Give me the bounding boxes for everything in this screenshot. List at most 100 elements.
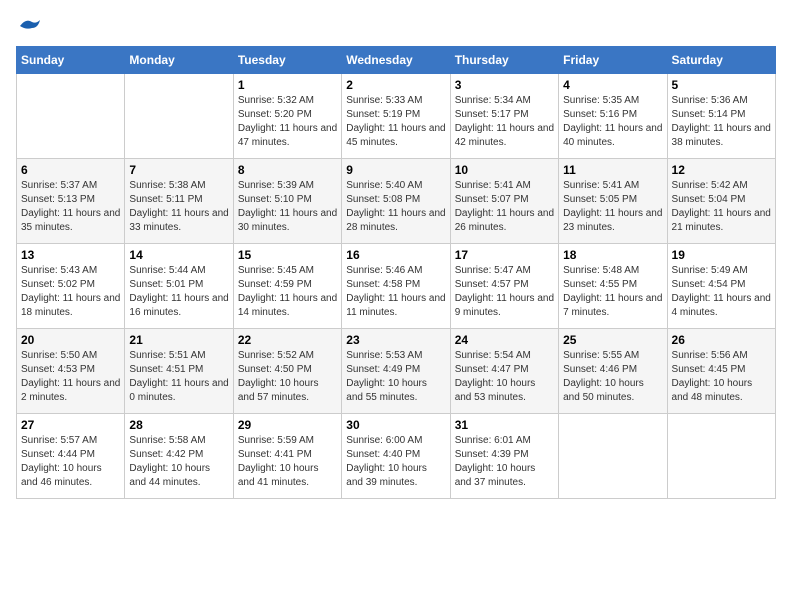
day-number: 7 bbox=[129, 163, 228, 177]
day-number: 15 bbox=[238, 248, 337, 262]
calendar-header-row: SundayMondayTuesdayWednesdayThursdayFrid… bbox=[17, 47, 776, 74]
day-number: 10 bbox=[455, 163, 554, 177]
day-info: Sunrise: 5:58 AMSunset: 4:42 PMDaylight:… bbox=[129, 434, 228, 490]
day-number: 27 bbox=[21, 418, 120, 432]
day-info: Sunrise: 5:52 AMSunset: 4:50 PMDaylight:… bbox=[238, 349, 337, 405]
calendar-cell: 22 Sunrise: 5:52 AMSunset: 4:50 PMDayligh… bbox=[233, 329, 341, 414]
calendar-cell: 17Sunrise: 5:47 AMSunset: 4:57 PMDayligh… bbox=[450, 244, 558, 329]
calendar-cell: 5 Sunrise: 5:36 AMSunset: 5:14 PMDaylight… bbox=[667, 74, 775, 159]
day-info: Sunrise: 5:41 AMSunset: 5:05 PMDaylight:… bbox=[563, 179, 662, 235]
day-info: Sunrise: 5:46 AMSunset: 4:58 PMDaylight:… bbox=[346, 264, 445, 320]
day-number: 18 bbox=[563, 248, 662, 262]
calendar-cell: 9 Sunrise: 5:40 AMSunset: 5:08 PMDaylight… bbox=[342, 159, 450, 244]
day-info: Sunrise: 5:54 AMSunset: 4:47 PMDaylight:… bbox=[455, 349, 554, 405]
day-info: Sunrise: 5:38 AMSunset: 5:11 PMDaylight:… bbox=[129, 179, 228, 235]
calendar-cell bbox=[125, 74, 233, 159]
day-info: Sunrise: 5:41 AMSunset: 5:07 PMDaylight:… bbox=[455, 179, 554, 235]
day-info: Sunrise: 5:36 AMSunset: 5:14 PMDaylight:… bbox=[672, 94, 771, 150]
calendar-cell: 11 Sunrise: 5:41 AMSunset: 5:05 PMDayligh… bbox=[559, 159, 667, 244]
day-of-week-header: Friday bbox=[559, 47, 667, 74]
day-number: 11 bbox=[563, 163, 662, 177]
day-info: Sunrise: 5:43 AMSunset: 5:02 PMDaylight:… bbox=[21, 264, 120, 320]
calendar-cell: 2 Sunrise: 5:33 AMSunset: 5:19 PMDaylight… bbox=[342, 74, 450, 159]
calendar-cell: 20Sunrise: 5:50 AMSunset: 4:53 PMDayligh… bbox=[17, 329, 125, 414]
calendar-cell bbox=[667, 414, 775, 499]
calendar-cell: 15 Sunrise: 5:45 AMSunset: 4:59 PMDayligh… bbox=[233, 244, 341, 329]
calendar-table: SundayMondayTuesdayWednesdayThursdayFrid… bbox=[16, 46, 776, 499]
day-info: Sunrise: 5:42 AMSunset: 5:04 PMDaylight:… bbox=[672, 179, 771, 235]
calendar-week-row: 13 Sunrise: 5:43 AMSunset: 5:02 PMDayligh… bbox=[17, 244, 776, 329]
calendar-cell: 3Sunrise: 5:34 AMSunset: 5:17 PMDaylight… bbox=[450, 74, 558, 159]
calendar-cell: 27 Sunrise: 5:57 AMSunset: 4:44 PMDayligh… bbox=[17, 414, 125, 499]
calendar-cell: 6Sunrise: 5:37 AMSunset: 5:13 PMDaylight… bbox=[17, 159, 125, 244]
day-info: Sunrise: 5:44 AMSunset: 5:01 PMDaylight:… bbox=[129, 264, 228, 320]
calendar-week-row: 27 Sunrise: 5:57 AMSunset: 4:44 PMDayligh… bbox=[17, 414, 776, 499]
calendar-week-row: 6Sunrise: 5:37 AMSunset: 5:13 PMDaylight… bbox=[17, 159, 776, 244]
day-number: 6 bbox=[21, 163, 120, 177]
day-number: 2 bbox=[346, 78, 445, 92]
calendar-cell bbox=[559, 414, 667, 499]
day-number: 28 bbox=[129, 418, 228, 432]
day-number: 26 bbox=[672, 333, 771, 347]
day-number: 14 bbox=[129, 248, 228, 262]
day-info: Sunrise: 5:40 AMSunset: 5:08 PMDaylight:… bbox=[346, 179, 445, 235]
calendar-cell: 21 Sunrise: 5:51 AMSunset: 4:51 PMDayligh… bbox=[125, 329, 233, 414]
calendar-cell: 28 Sunrise: 5:58 AMSunset: 4:42 PMDayligh… bbox=[125, 414, 233, 499]
calendar-cell: 29Sunrise: 5:59 AMSunset: 4:41 PMDayligh… bbox=[233, 414, 341, 499]
day-number: 4 bbox=[563, 78, 662, 92]
day-info: Sunrise: 5:57 AMSunset: 4:44 PMDaylight:… bbox=[21, 434, 120, 490]
calendar-cell: 8 Sunrise: 5:39 AMSunset: 5:10 PMDaylight… bbox=[233, 159, 341, 244]
calendar-cell: 10 Sunrise: 5:41 AMSunset: 5:07 PMDayligh… bbox=[450, 159, 558, 244]
day-of-week-header: Sunday bbox=[17, 47, 125, 74]
day-info: Sunrise: 5:47 AMSunset: 4:57 PMDaylight:… bbox=[455, 264, 554, 320]
day-number: 9 bbox=[346, 163, 445, 177]
day-of-week-header: Tuesday bbox=[233, 47, 341, 74]
day-info: Sunrise: 5:32 AMSunset: 5:20 PMDaylight:… bbox=[238, 94, 337, 150]
day-number: 29 bbox=[238, 418, 337, 432]
day-number: 25 bbox=[563, 333, 662, 347]
day-of-week-header: Thursday bbox=[450, 47, 558, 74]
calendar-cell: 13 Sunrise: 5:43 AMSunset: 5:02 PMDayligh… bbox=[17, 244, 125, 329]
day-number: 13 bbox=[21, 248, 120, 262]
calendar-cell: 1 Sunrise: 5:32 AMSunset: 5:20 PMDaylight… bbox=[233, 74, 341, 159]
calendar-cell: 16 Sunrise: 5:46 AMSunset: 4:58 PMDayligh… bbox=[342, 244, 450, 329]
day-info: Sunrise: 5:33 AMSunset: 5:19 PMDaylight:… bbox=[346, 94, 445, 150]
day-of-week-header: Wednesday bbox=[342, 47, 450, 74]
day-info: Sunrise: 5:53 AMSunset: 4:49 PMDaylight:… bbox=[346, 349, 445, 405]
calendar-cell: 14 Sunrise: 5:44 AMSunset: 5:01 PMDayligh… bbox=[125, 244, 233, 329]
day-number: 1 bbox=[238, 78, 337, 92]
day-number: 22 bbox=[238, 333, 337, 347]
day-of-week-header: Monday bbox=[125, 47, 233, 74]
calendar-cell: 31 Sunrise: 6:01 AMSunset: 4:39 PMDayligh… bbox=[450, 414, 558, 499]
day-number: 30 bbox=[346, 418, 445, 432]
calendar-cell: 12Sunrise: 5:42 AMSunset: 5:04 PMDayligh… bbox=[667, 159, 775, 244]
calendar-cell: 25 Sunrise: 5:55 AMSunset: 4:46 PMDayligh… bbox=[559, 329, 667, 414]
day-info: Sunrise: 6:01 AMSunset: 4:39 PMDaylight:… bbox=[455, 434, 554, 490]
day-info: Sunrise: 5:51 AMSunset: 4:51 PMDaylight:… bbox=[129, 349, 228, 405]
calendar-cell bbox=[17, 74, 125, 159]
day-number: 3 bbox=[455, 78, 554, 92]
calendar-cell: 4 Sunrise: 5:35 AMSunset: 5:16 PMDaylight… bbox=[559, 74, 667, 159]
day-info: Sunrise: 5:49 AMSunset: 4:54 PMDaylight:… bbox=[672, 264, 771, 320]
day-info: Sunrise: 5:56 AMSunset: 4:45 PMDaylight:… bbox=[672, 349, 771, 405]
calendar-cell: 24 Sunrise: 5:54 AMSunset: 4:47 PMDayligh… bbox=[450, 329, 558, 414]
day-info: Sunrise: 5:50 AMSunset: 4:53 PMDaylight:… bbox=[21, 349, 120, 405]
day-info: Sunrise: 6:00 AMSunset: 4:40 PMDaylight:… bbox=[346, 434, 445, 490]
day-number: 24 bbox=[455, 333, 554, 347]
day-number: 5 bbox=[672, 78, 771, 92]
calendar-cell: 19 Sunrise: 5:49 AMSunset: 4:54 PMDayligh… bbox=[667, 244, 775, 329]
day-number: 19 bbox=[672, 248, 771, 262]
day-info: Sunrise: 5:45 AMSunset: 4:59 PMDaylight:… bbox=[238, 264, 337, 320]
day-info: Sunrise: 5:35 AMSunset: 5:16 PMDaylight:… bbox=[563, 94, 662, 150]
calendar-week-row: 20Sunrise: 5:50 AMSunset: 4:53 PMDayligh… bbox=[17, 329, 776, 414]
day-info: Sunrise: 5:39 AMSunset: 5:10 PMDaylight:… bbox=[238, 179, 337, 235]
day-number: 21 bbox=[129, 333, 228, 347]
day-number: 8 bbox=[238, 163, 337, 177]
day-info: Sunrise: 5:55 AMSunset: 4:46 PMDaylight:… bbox=[563, 349, 662, 405]
calendar-cell: 23Sunrise: 5:53 AMSunset: 4:49 PMDayligh… bbox=[342, 329, 450, 414]
page-header bbox=[16, 16, 776, 34]
calendar-cell: 30 Sunrise: 6:00 AMSunset: 4:40 PMDayligh… bbox=[342, 414, 450, 499]
day-number: 16 bbox=[346, 248, 445, 262]
day-number: 31 bbox=[455, 418, 554, 432]
calendar-cell: 7 Sunrise: 5:38 AMSunset: 5:11 PMDaylight… bbox=[125, 159, 233, 244]
